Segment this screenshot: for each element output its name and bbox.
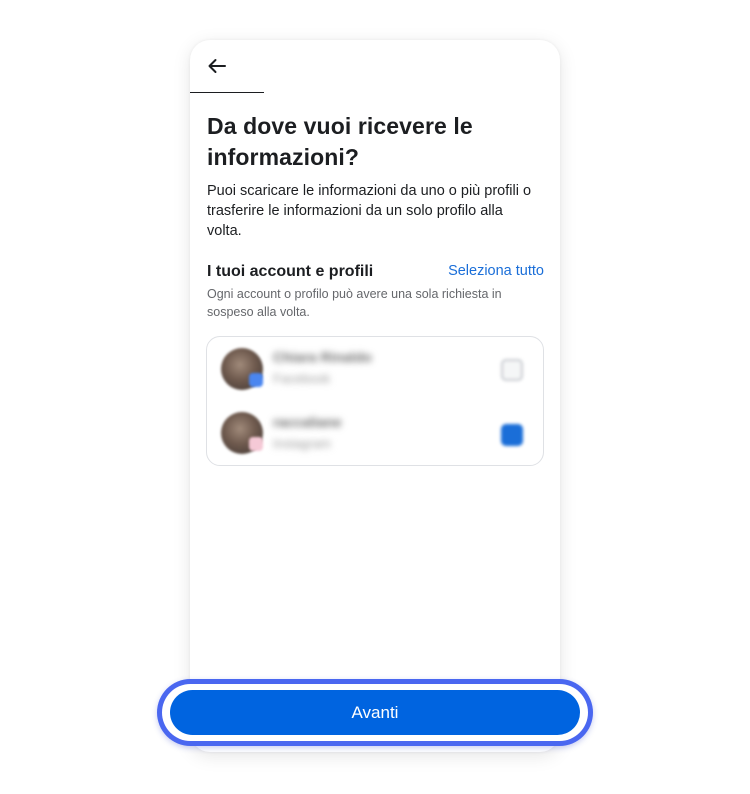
section-title: I tuoi account e profili — [207, 263, 374, 280]
back-button[interactable] — [204, 54, 230, 78]
accounts-list: Chiara Rinaldo Facebook raccaliane Insta… — [206, 336, 544, 466]
page-description: Puoi scaricare le informazioni da uno o … — [207, 183, 532, 239]
accounts-section-header: I tuoi account e profili Seleziona tutto — [207, 261, 544, 283]
header — [190, 40, 264, 93]
next-button[interactable]: Avanti — [170, 690, 580, 735]
dialog-card: Da dove vuoi ricevere le informazioni? P… — [190, 40, 560, 752]
facebook-badge-icon — [249, 373, 263, 387]
account-row-facebook[interactable]: Chiara Rinaldo Facebook — [207, 337, 543, 401]
arrow-left-icon — [208, 59, 226, 73]
instagram-badge-icon — [249, 437, 263, 451]
stage: Da dove vuoi ricevere le informazioni? P… — [0, 0, 750, 794]
account-platform: Instagram — [273, 436, 331, 451]
account-checkbox[interactable] — [501, 359, 523, 381]
account-row-instagram[interactable]: raccaliane Instagram — [207, 401, 543, 465]
account-name: Chiara Rinaldo — [273, 349, 372, 365]
page-title: Da dove vuoi ricevere le informazioni? — [207, 113, 473, 170]
select-all-link[interactable]: Seleziona tutto — [448, 261, 544, 281]
account-name: raccaliane — [273, 414, 342, 430]
section-hint: Ogni account o profilo può avere una sol… — [207, 287, 502, 319]
account-platform: Facebook — [273, 371, 331, 386]
account-checkbox-checked[interactable] — [501, 424, 523, 446]
